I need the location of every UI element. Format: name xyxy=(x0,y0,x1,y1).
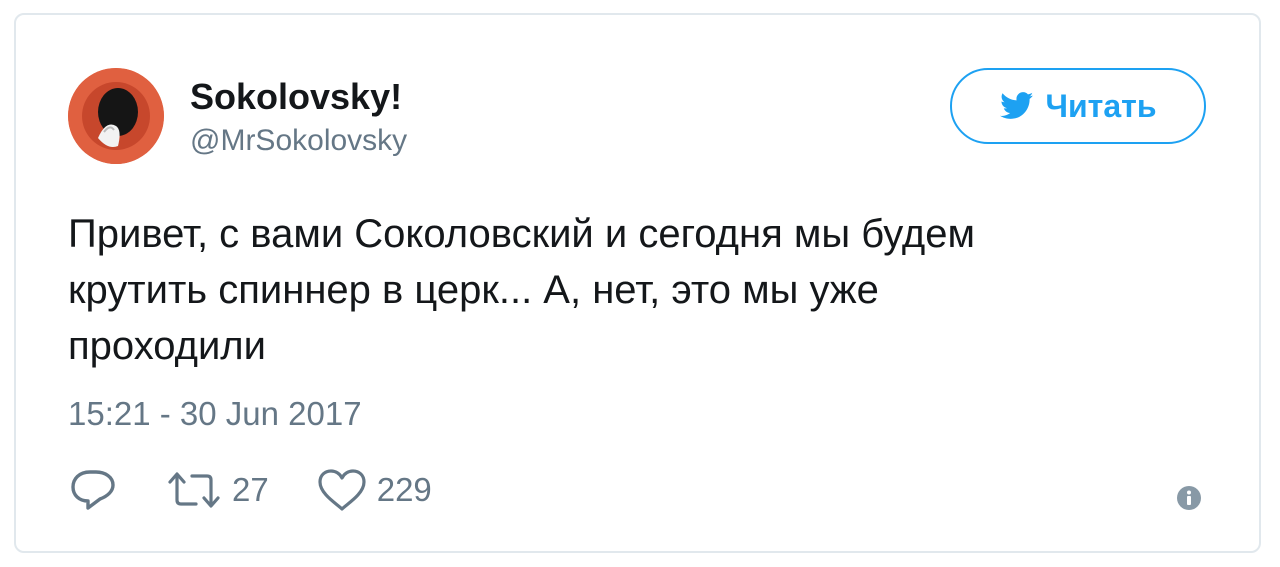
avatar[interactable] xyxy=(68,68,164,164)
tweet-actions: 27 229 xyxy=(70,468,432,512)
author-name[interactable]: Sokolovsky! xyxy=(190,76,402,118)
follow-button[interactable]: Читать xyxy=(950,68,1206,144)
tweet-text-line: Привет, с вами Соколовский и сегодня мы … xyxy=(68,212,976,256)
retweet-count: 27 xyxy=(232,471,269,508)
follow-button-label: Читать xyxy=(1045,87,1157,124)
reply-icon xyxy=(71,470,115,510)
tweet-text: Привет, с вами Соколовский и сегодня мы … xyxy=(68,206,1188,374)
tweet-timestamp[interactable]: 15:21 - 30 Jun 2017 xyxy=(68,395,362,433)
heart-icon xyxy=(318,469,366,511)
like-count: 229 xyxy=(376,471,432,508)
reply-button[interactable] xyxy=(70,469,116,511)
twitter-bird-icon xyxy=(999,92,1033,119)
tweet-text-line: проходили xyxy=(68,324,266,368)
retweet-button[interactable]: 27 xyxy=(166,470,269,510)
info-icon[interactable] xyxy=(1176,485,1202,511)
tweet-text-line: крутить спиннер в церк... А, нет, это мы… xyxy=(68,268,879,312)
like-button[interactable]: 229 xyxy=(317,468,432,512)
author-handle[interactable]: @MrSokolovsky xyxy=(190,124,407,158)
retweet-icon xyxy=(168,472,220,508)
